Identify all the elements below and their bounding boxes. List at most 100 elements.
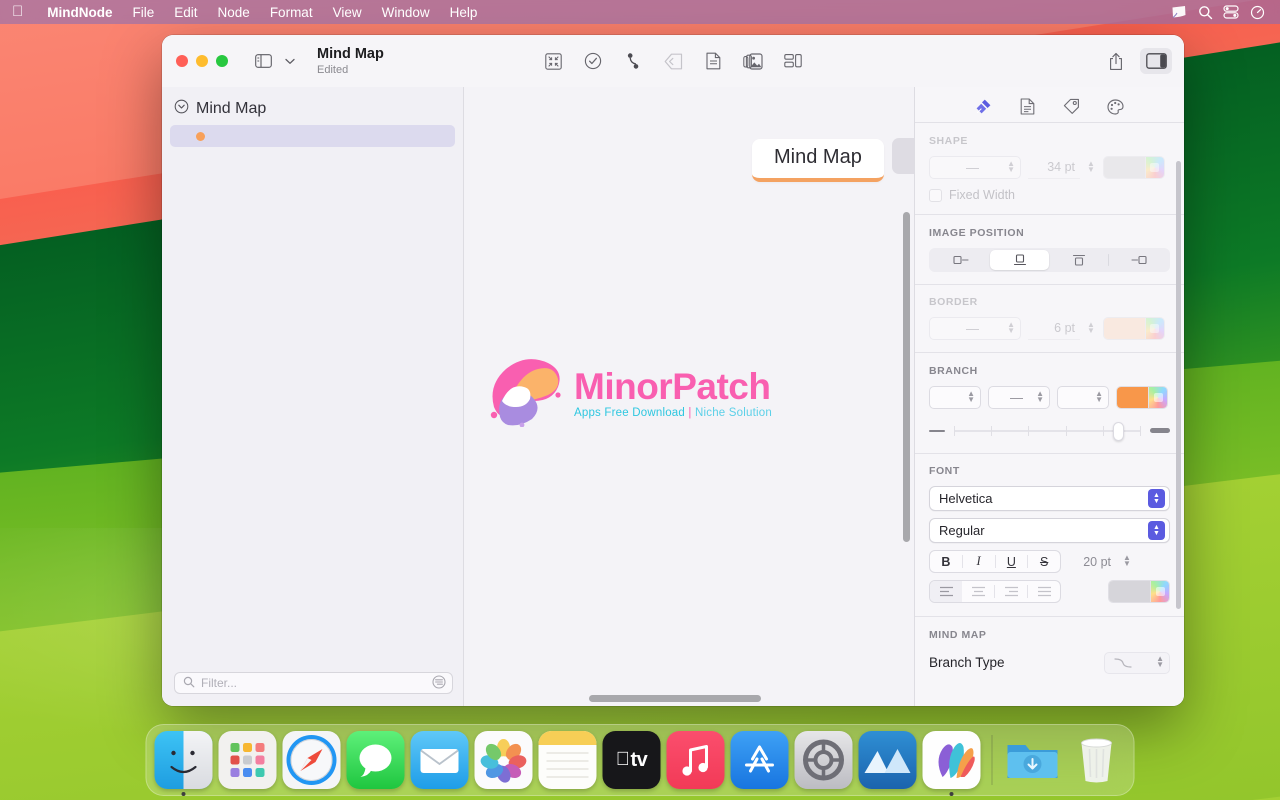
screen-mirroring-icon[interactable] [1166,2,1192,22]
dock-item-music[interactable] [666,731,725,789]
mindmap-section: MIND MAP Branch Type ▲ ▼ [915,617,1184,674]
close-button[interactable] [176,55,188,67]
font-family-popup[interactable]: Helvetica ▲ ▼ [929,486,1170,511]
node-label[interactable]: Mind Map [752,138,884,182]
branch-type-dropdown[interactable]: ▲ ▼ [1104,651,1170,674]
filter-options-icon[interactable] [432,674,446,692]
dock-item-system-settings[interactable] [794,731,853,789]
border-style-dropdown[interactable]: — ▲ ▼ [929,317,1021,340]
border-size-stepper[interactable]: ▲ ▼ [1087,321,1096,334]
focus-mode-icon[interactable] [540,48,566,74]
paintbrush-icon[interactable] [972,96,996,118]
chevron-down-icon[interactable] [277,48,303,74]
font-color-swatch[interactable] [1108,580,1170,603]
color-picker-icon[interactable] [1144,318,1164,339]
menu-item-view[interactable]: View [323,5,372,20]
siri-icon[interactable] [1244,2,1270,22]
sidebar-header[interactable]: Mind Map [162,87,463,125]
list-item[interactable] [170,125,455,147]
font-size-value[interactable]: 20 pt [1068,550,1116,573]
shape-size-value[interactable]: 34 pt [1028,156,1080,179]
dock-item-downloads-folder[interactable] [1004,731,1062,789]
image-top-icon[interactable] [1049,250,1108,270]
dock-item-app-store[interactable] [730,731,789,789]
bold-button[interactable]: B [930,551,962,572]
shape-color-swatch[interactable] [1102,156,1165,179]
branch-style-dropdown-3[interactable]: ▲ ▼ [1057,385,1109,409]
align-left-button[interactable] [930,581,962,602]
dock-item-mail[interactable] [410,731,469,789]
image-right-icon[interactable] [1109,250,1168,270]
mindmap-canvas[interactable]: Mind Map MinorPatch Apps Free Download |… [464,87,914,706]
shape-style-dropdown[interactable]: — ▲ ▼ [929,156,1021,179]
dock-item-launchpad[interactable] [218,731,277,789]
menu-item-window[interactable]: Window [372,5,440,20]
color-picker-icon[interactable] [1150,581,1169,602]
apple-logo-icon[interactable]:  [12,4,23,19]
color-picker-icon[interactable] [1144,157,1164,178]
control-center-icon[interactable] [1218,2,1244,22]
fixed-width-checkbox[interactable]: Fixed Width [929,188,1170,202]
tag-icon[interactable] [1060,96,1084,118]
task-checkmark-icon[interactable] [580,48,606,74]
document-icon[interactable] [1016,96,1040,118]
dock-item-messages[interactable] [346,731,405,789]
mindmap-root-node[interactable]: Mind Map [752,138,914,182]
canvas-vertical-scrollbar[interactable] [903,212,910,542]
menu-item-help[interactable]: Help [440,5,488,20]
sidebar-toggle-icon[interactable] [250,48,276,74]
dock-item-mountain-app[interactable] [858,731,917,789]
branch-thickness-slider[interactable] [915,409,1184,441]
image-left-icon[interactable] [931,250,990,270]
border-size-value[interactable]: 6 pt [1028,317,1080,340]
search-icon[interactable] [1192,2,1218,22]
search-input[interactable] [201,676,426,690]
branch-style-dropdown-1[interactable]: ▲ ▼ [929,385,981,409]
dock-item-apple-tv[interactable]: tv [602,731,661,789]
italic-button[interactable]: I [963,551,995,572]
image-bottom-icon[interactable] [990,249,1049,270]
underline-button[interactable]: U [996,551,1028,572]
minimize-button[interactable] [196,55,208,67]
dock-item-finder[interactable] [154,731,213,796]
slider-track[interactable] [954,421,1141,441]
filter-field[interactable] [174,672,453,694]
dock-item-mindnode[interactable] [922,731,981,796]
zoom-button[interactable] [216,55,228,67]
align-justify-button[interactable] [1028,581,1060,602]
images-icon[interactable] [740,48,766,74]
traffic-lights [176,55,228,67]
layout-icon[interactable] [780,48,806,74]
border-color-swatch[interactable] [1102,317,1165,340]
chevron-down-circle-icon[interactable] [174,99,189,119]
fold-icon[interactable] [660,48,686,74]
menu-item-format[interactable]: Format [260,5,323,20]
dock-item-notes[interactable] [538,731,597,789]
note-icon[interactable] [700,48,726,74]
connection-icon[interactable] [620,48,646,74]
branch-color-swatch[interactable] [1116,385,1168,409]
menu-item-edit[interactable]: Edit [164,5,207,20]
menu-item-node[interactable]: Node [208,5,260,20]
palette-icon[interactable] [1104,96,1128,118]
node-image-placeholder[interactable] [891,138,914,174]
menu-item-file[interactable]: File [123,5,165,20]
align-center-button[interactable] [962,581,994,602]
slider-handle[interactable] [1112,421,1124,441]
color-picker-icon[interactable] [1148,386,1167,408]
inspector-scrollbar[interactable] [1176,161,1181,609]
dock-item-photos[interactable] [474,731,533,789]
dock-item-safari[interactable] [282,731,341,789]
share-icon[interactable] [1104,48,1130,74]
font-size-stepper[interactable]: ▲ ▼ [1123,554,1132,567]
canvas-horizontal-scrollbar[interactable] [589,695,761,702]
strikethrough-button[interactable]: S [1028,551,1060,572]
inspector-panel-icon[interactable] [1140,48,1172,74]
font-alignment-row [929,580,1170,603]
menu-item-mindnode[interactable]: MindNode [37,5,122,20]
dock-item-trash[interactable] [1068,731,1126,789]
font-style-popup[interactable]: Regular ▲ ▼ [929,518,1170,543]
shape-size-stepper[interactable]: ▲ ▼ [1087,160,1096,173]
branch-style-dropdown-2[interactable]: — ▲ ▼ [988,385,1050,409]
align-right-button[interactable] [995,581,1027,602]
